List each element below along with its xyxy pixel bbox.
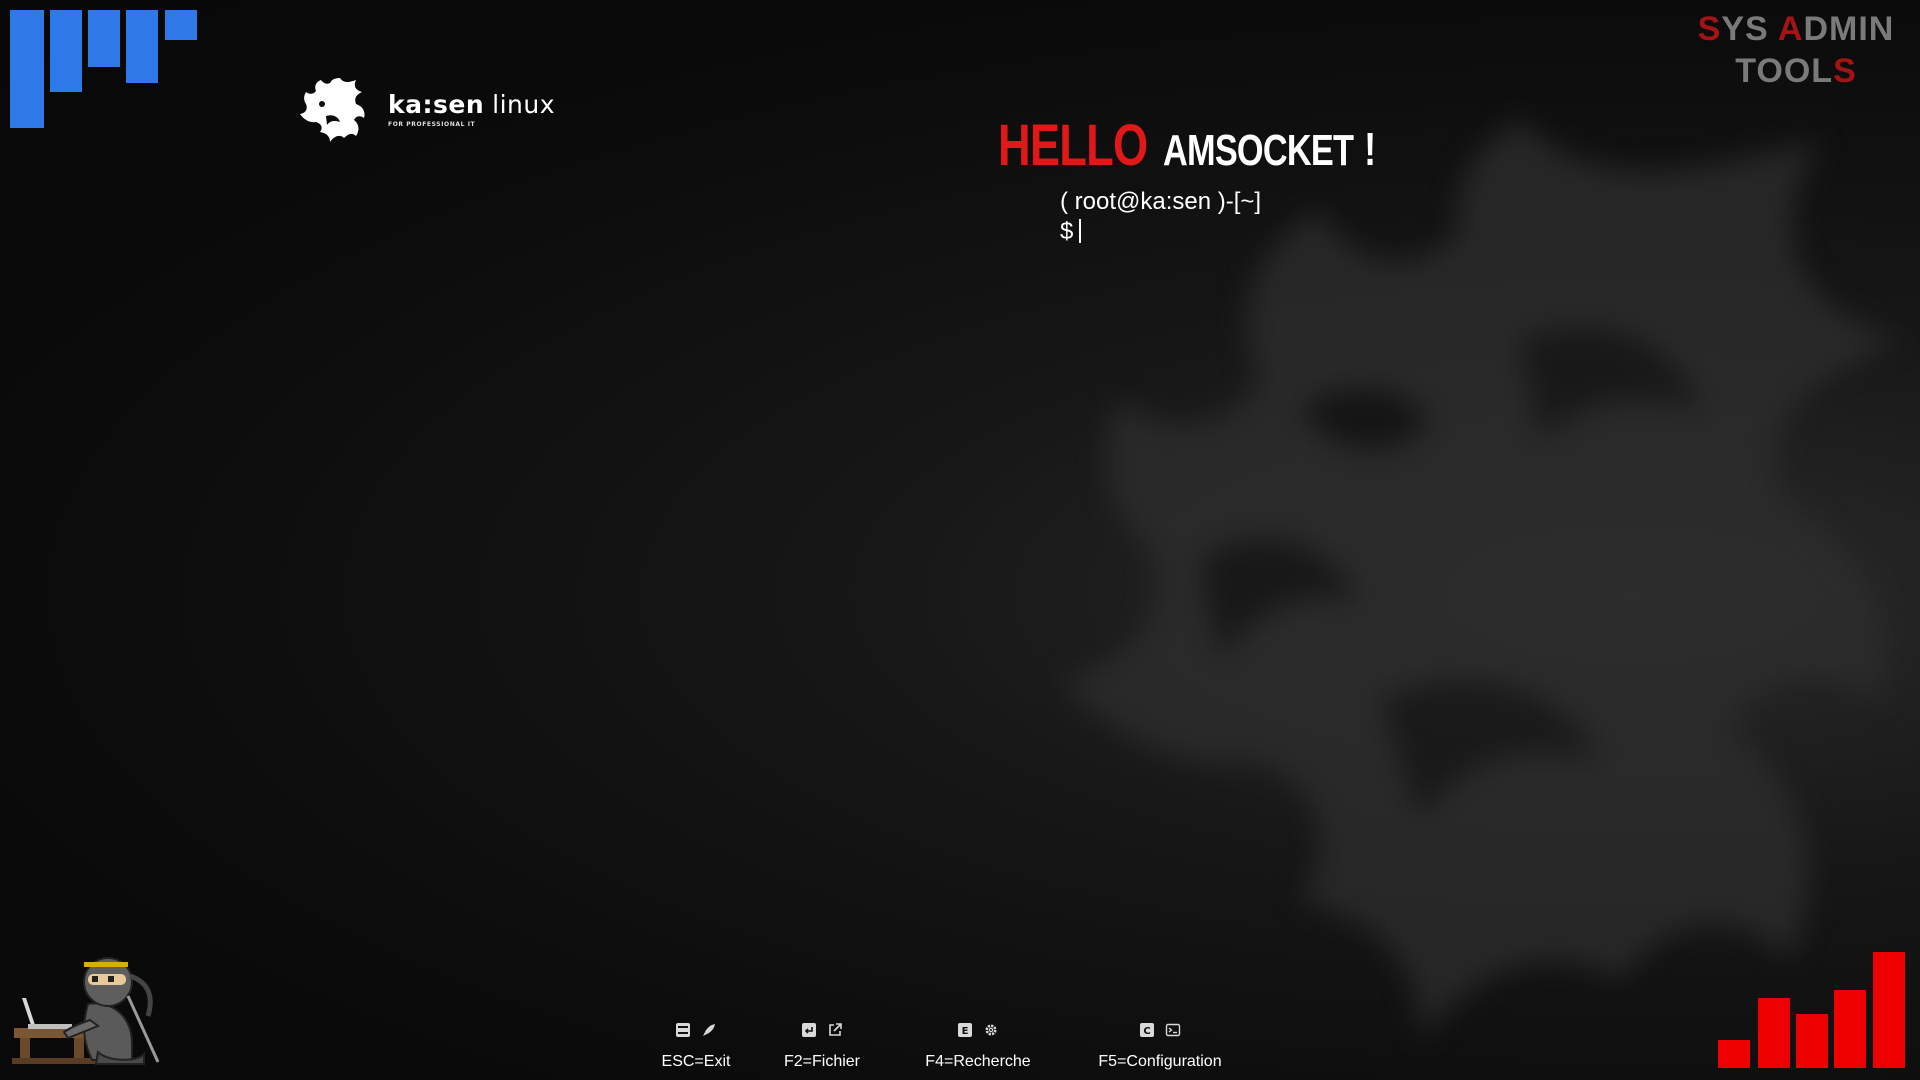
blue-bar [10, 10, 44, 128]
svg-text:C: C [1143, 1026, 1150, 1037]
blue-bar [126, 10, 158, 83]
command-input[interactable]: $ [1060, 218, 1082, 246]
brand-name: ka:sen linux [388, 89, 556, 119]
title-word: DMIN [1803, 10, 1895, 48]
blue-bars-logo [10, 10, 200, 130]
fkey-configuration[interactable]: C F5=Configuration [1082, 1020, 1238, 1071]
prompt-symbol: $ [1060, 218, 1074, 245]
greeting-hello: HELLO [998, 113, 1148, 178]
fkey-configuration-label: F5=Configuration [1098, 1053, 1222, 1070]
function-key-bar: ESC=Exit F2=Fichier E F4=Recherche C F5=… [0, 1020, 1920, 1080]
brand-text: ka:sen linux FOR PROFESSIONAL IT [388, 89, 556, 128]
sys-admin-line-1: SYS ADMIN [1686, 8, 1906, 50]
fkey-exit[interactable]: ESC=Exit [648, 1020, 744, 1071]
prompt-context: ( root@ka:sen )-[~] [1060, 188, 1262, 215]
text-cursor [1079, 219, 1082, 243]
title-letter: A [1777, 10, 1804, 48]
sys-admin-line-2: TOOLS [1686, 50, 1906, 92]
toggle-icon [676, 1023, 690, 1037]
title-word: YS [1721, 10, 1769, 48]
dragon-logo-icon [300, 78, 365, 142]
brand-tagline: FOR PROFESSIONAL IT [388, 120, 476, 128]
greeting-banner: HELLO AMSOCKET! [998, 112, 1376, 179]
fkey-fichier-label: F2=Fichier [783, 1053, 861, 1070]
blue-bar [88, 10, 120, 67]
terminal-icon [1165, 1023, 1181, 1037]
open-external-icon [829, 1023, 842, 1036]
sys-admin-tools-title: SYS ADMIN TOOLS [1686, 8, 1906, 92]
svg-text:E: E [962, 1026, 969, 1037]
brand-name-suffix: linux [492, 89, 556, 119]
back-icon [802, 1023, 816, 1037]
greeting-username: AMSOCKET [1163, 126, 1354, 175]
fkey-fichier[interactable]: F2=Fichier [772, 1020, 872, 1071]
greeting-exclamation: ! [1364, 123, 1377, 175]
e-key-icon: E [958, 1023, 972, 1037]
brand-name-main: ka:sen [388, 89, 485, 119]
gear-icon [985, 1024, 997, 1036]
title-letter: S [1697, 10, 1722, 48]
fkey-exit-label: ESC=Exit [661, 1053, 731, 1070]
dragon-watermark-icon [1060, 120, 1900, 1040]
brand-logo: ka:sen linux FOR PROFESSIONAL IT [296, 74, 555, 144]
blue-bar [50, 10, 82, 92]
fkey-recherche[interactable]: E F4=Recherche [910, 1020, 1046, 1071]
desktop-screen: ka:sen linux FOR PROFESSIONAL IT SYS ADMI… [0, 0, 1920, 1080]
blue-bar [165, 10, 197, 40]
title-letter: S [1833, 52, 1857, 90]
rocket-icon [703, 1024, 715, 1036]
fkey-recherche-label: F4=Recherche [925, 1053, 1031, 1070]
c-key-icon: C [1140, 1023, 1154, 1037]
title-word: TOOL [1735, 52, 1834, 90]
